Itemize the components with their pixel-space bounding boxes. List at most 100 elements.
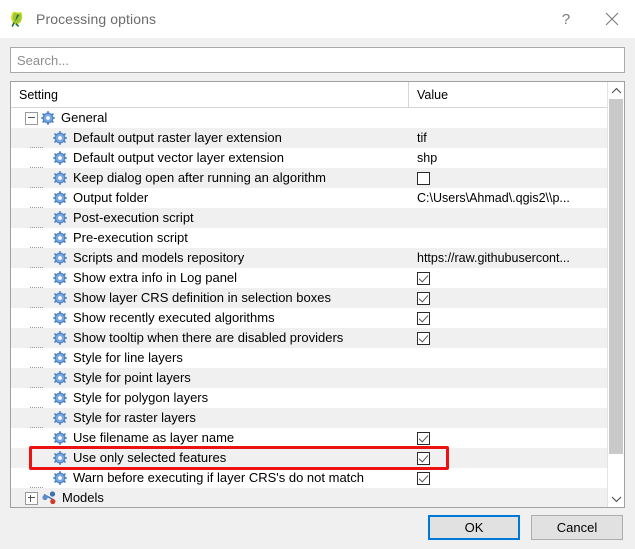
setting-value-cell[interactable]: C:\Users\Ahmad\.qgis2\\p...: [409, 188, 624, 208]
expander-expand-models[interactable]: [25, 491, 38, 505]
checkbox-checked[interactable]: [417, 471, 430, 485]
checkbox-checked[interactable]: [417, 331, 430, 345]
gear-icon: [53, 211, 67, 225]
setting-name-cell: Default output vector layer extension: [11, 148, 409, 168]
close-button[interactable]: [589, 0, 635, 38]
setting-name-cell: Use only selected features: [11, 448, 409, 468]
setting-value-cell[interactable]: [409, 208, 624, 228]
checkbox-checked[interactable]: [417, 311, 430, 325]
setting-value-cell[interactable]: [409, 268, 624, 288]
chevron-up-icon: [611, 87, 621, 93]
vertical-scrollbar[interactable]: [607, 82, 624, 507]
setting-name-cell: Keep dialog open after running an algori…: [11, 168, 409, 188]
checkbox-checked[interactable]: [417, 271, 430, 285]
setting-label: Default output vector layer extension: [73, 150, 285, 165]
table-row[interactable]: Scripts and models repository https://raw…: [11, 248, 624, 268]
cancel-button[interactable]: Cancel: [531, 514, 623, 540]
gear-icon: [53, 231, 67, 245]
column-header-value[interactable]: Value: [409, 82, 624, 108]
title-bar-buttons: ?: [543, 0, 635, 38]
table-row[interactable]: Default output raster layer extension tif: [11, 128, 624, 148]
setting-value-cell[interactable]: [409, 428, 624, 448]
setting-value-cell[interactable]: [409, 448, 624, 468]
setting-name-cell: Scripts and models repository: [11, 248, 409, 268]
table-row[interactable]: Show tooltip when there are disabled pro…: [11, 328, 624, 348]
setting-label: Style for line layers: [73, 350, 183, 365]
setting-value-cell[interactable]: [409, 288, 624, 308]
setting-label: Pre-execution script: [73, 230, 188, 245]
ok-button[interactable]: OK: [428, 514, 520, 540]
table-row[interactable]: Default output vector layer extension shp: [11, 148, 624, 168]
search-input[interactable]: Search...: [10, 47, 625, 73]
table-row[interactable]: Style for polygon layers: [11, 388, 624, 408]
setting-value-cell[interactable]: [409, 348, 624, 368]
tree-group-row[interactable]: General: [11, 108, 624, 128]
setting-name-cell: Style for point layers: [11, 368, 409, 388]
table-row[interactable]: Style for line layers: [11, 348, 624, 368]
table-row[interactable]: Show layer CRS definition in selection b…: [11, 288, 624, 308]
table-row[interactable]: Warn before executing if layer CRS's do …: [11, 468, 624, 488]
dialog-button-bar: OK Cancel: [0, 505, 635, 549]
column-header-setting[interactable]: Setting: [11, 82, 409, 108]
setting-name-cell: Style for raster layers: [11, 408, 409, 428]
setting-name-cell: Warn before executing if layer CRS's do …: [11, 468, 409, 488]
title-bar: Processing options ?: [0, 0, 635, 38]
setting-name-cell: Show tooltip when there are disabled pro…: [11, 328, 409, 348]
setting-label: Show layer CRS definition in selection b…: [73, 290, 331, 305]
setting-label: Style for point layers: [73, 370, 191, 385]
table-row[interactable]: Keep dialog open after running an algori…: [11, 168, 624, 188]
setting-label: Show tooltip when there are disabled pro…: [73, 330, 344, 345]
tree-header-row: Setting Value: [11, 82, 624, 108]
setting-value-cell[interactable]: [409, 168, 624, 188]
setting-name-cell: Show extra info in Log panel: [11, 268, 409, 288]
table-row[interactable]: Style for point layers: [11, 368, 624, 388]
setting-value-cell[interactable]: tif: [409, 128, 624, 148]
checkbox-unchecked[interactable]: [417, 171, 430, 185]
setting-value-cell[interactable]: [409, 228, 624, 248]
scroll-up-button[interactable]: [608, 82, 624, 99]
scrollbar-thumb[interactable]: [609, 99, 623, 454]
setting-value-cell[interactable]: [409, 408, 624, 428]
gear-icon: [53, 391, 67, 405]
table-row[interactable]: Use only selected features: [11, 448, 624, 468]
setting-value-cell[interactable]: shp: [409, 148, 624, 168]
setting-value-cell[interactable]: [409, 468, 624, 488]
setting-value-cell[interactable]: [409, 368, 624, 388]
gear-icon: [53, 451, 67, 465]
tree-rows: General Default output raster layer exten…: [11, 108, 624, 507]
table-row[interactable]: Post-execution script: [11, 208, 624, 228]
tree-group-label: General: [61, 110, 108, 125]
setting-value: C:\Users\Ahmad\.qgis2\\p...: [417, 191, 570, 205]
setting-value-cell[interactable]: [409, 328, 624, 348]
setting-label: Post-execution script: [73, 210, 194, 225]
models-icon: [42, 491, 56, 505]
table-row[interactable]: Pre-execution script: [11, 228, 624, 248]
checkbox-checked[interactable]: [417, 431, 430, 445]
checkbox-checked[interactable]: [417, 291, 430, 305]
setting-name-cell: Default output raster layer extension: [11, 128, 409, 148]
help-button[interactable]: ?: [543, 0, 589, 38]
table-row[interactable]: Output folder C:\Users\Ahmad\.qgis2\\p...: [11, 188, 624, 208]
setting-value-cell[interactable]: https://raw.githubusercont...: [409, 248, 624, 268]
chevron-down-icon: [611, 496, 621, 502]
setting-label: Use only selected features: [73, 450, 227, 465]
scrollbar-track[interactable]: [608, 99, 624, 490]
setting-label: Use filename as layer name: [73, 430, 235, 445]
close-icon: [605, 12, 619, 26]
table-row[interactable]: Use filename as layer name: [11, 428, 624, 448]
gear-icon: [53, 151, 67, 165]
gear-icon: [53, 371, 67, 385]
setting-value: shp: [417, 151, 438, 165]
checkbox-checked[interactable]: [417, 451, 430, 465]
gear-icon: [41, 111, 55, 125]
table-row[interactable]: Show recently executed algorithms: [11, 308, 624, 328]
gear-icon: [53, 351, 67, 365]
expander-collapse-general[interactable]: [25, 111, 38, 125]
setting-label: Scripts and models repository: [73, 250, 245, 265]
setting-label: Show recently executed algorithms: [73, 310, 275, 325]
table-row[interactable]: Style for raster layers: [11, 408, 624, 428]
table-row[interactable]: Show extra info in Log panel: [11, 268, 624, 288]
setting-value-cell[interactable]: [409, 308, 624, 328]
setting-value-cell[interactable]: [409, 388, 624, 408]
setting-label: Default output raster layer extension: [73, 130, 282, 145]
